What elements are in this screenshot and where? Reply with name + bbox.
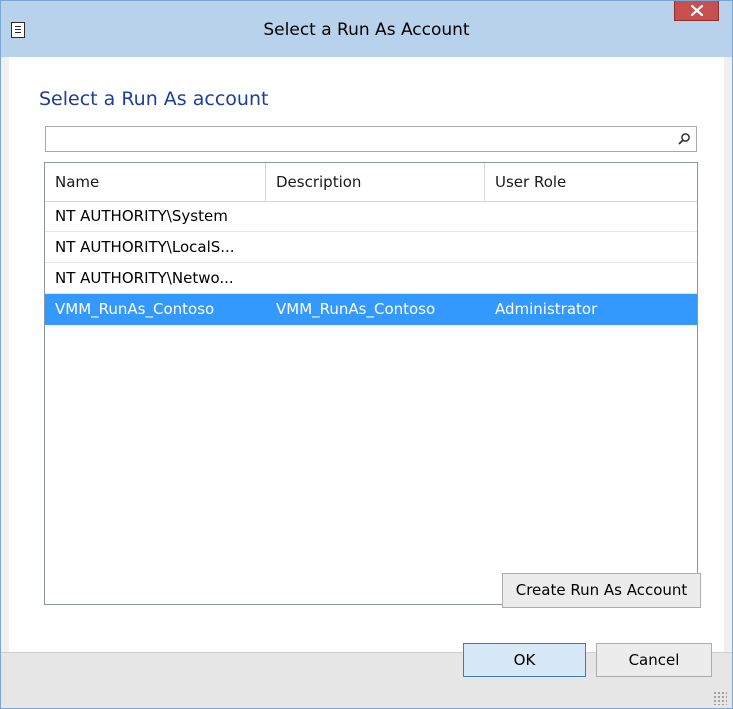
dialog-content: Select a Run As account Name Description… — [9, 57, 724, 652]
column-header-description[interactable]: Description — [266, 163, 485, 201]
close-icon — [691, 5, 703, 16]
dialog-window: Select a Run As Account Select a Run As … — [0, 0, 733, 709]
resize-grip-icon[interactable] — [713, 691, 727, 705]
ok-button[interactable]: OK — [463, 643, 586, 677]
page-title: Select a Run As account — [39, 88, 269, 110]
search-input[interactable] — [45, 126, 697, 152]
accounts-table[interactable]: Name Description User Role NT AUTHORITY\… — [44, 162, 698, 605]
create-run-as-account-button[interactable]: Create Run As Account — [502, 573, 701, 608]
close-button[interactable] — [674, 1, 719, 21]
title-bar[interactable]: Select a Run As Account — [1, 1, 732, 57]
table-row[interactable]: NT AUTHORITY\System — [45, 201, 697, 232]
table-row[interactable]: NT AUTHORITY\LocalS... — [45, 232, 697, 263]
column-header-name[interactable]: Name — [45, 163, 266, 201]
table-row-selected[interactable]: VMM_RunAs_Contoso VMM_RunAs_Contoso Admi… — [45, 294, 697, 325]
table-row[interactable]: NT AUTHORITY\Netwo... — [45, 263, 697, 294]
cancel-button[interactable]: Cancel — [596, 643, 712, 677]
cell-name: NT AUTHORITY\LocalS... — [55, 238, 235, 256]
cell-name: NT AUTHORITY\System — [55, 207, 228, 225]
cell-name: NT AUTHORITY\Netwo... — [55, 269, 234, 287]
cell-description: VMM_RunAs_Contoso — [276, 300, 436, 318]
table-header: Name Description User Role — [45, 163, 697, 202]
cell-user-role: Administrator — [495, 300, 598, 318]
window-title: Select a Run As Account — [263, 20, 470, 40]
search-icon[interactable] — [678, 132, 691, 145]
cell-name: VMM_RunAs_Contoso — [55, 300, 215, 318]
column-header-user-role[interactable]: User Role — [485, 163, 697, 201]
